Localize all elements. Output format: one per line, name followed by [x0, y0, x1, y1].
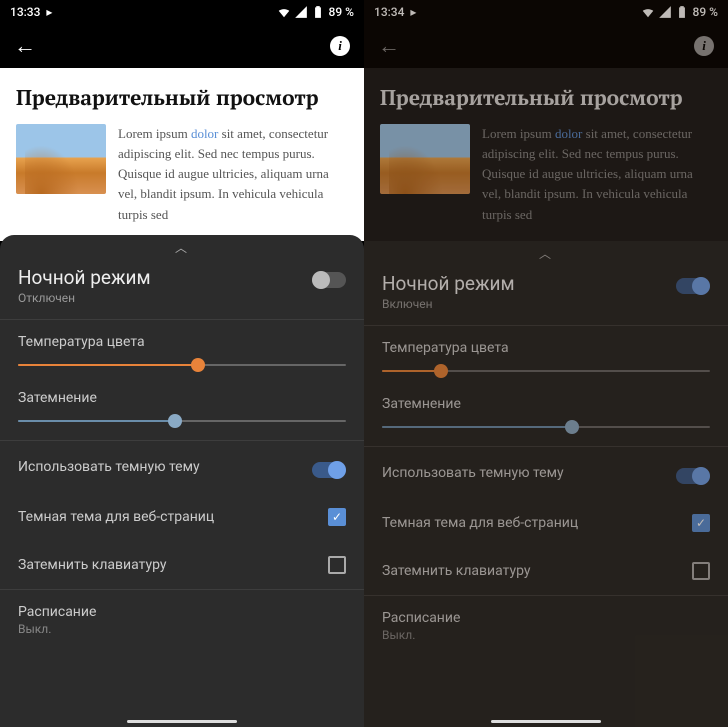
- preview-link[interactable]: dolor: [555, 126, 582, 141]
- schedule-label: Расписание: [382, 610, 710, 626]
- wifi-icon: [641, 5, 655, 19]
- dark-web-label: Темная тема для веб-страниц: [382, 515, 578, 531]
- status-right: 89 %: [277, 5, 354, 19]
- dark-web-row[interactable]: Темная тема для веб-страниц ✓: [364, 499, 728, 547]
- status-time: 13:33 ▸: [10, 5, 52, 19]
- phone-left: 13:33 ▸ 89 % ← i Предварительный просмот…: [0, 0, 364, 727]
- dim-keyboard-row[interactable]: Затемнить клавиатуру: [0, 541, 364, 589]
- status-battery: 89 %: [693, 5, 718, 19]
- dark-theme-toggle[interactable]: [312, 462, 346, 478]
- color-temp-label: Температура цвета: [18, 334, 346, 350]
- sheet-subtitle: Включен: [382, 297, 515, 311]
- color-temp-slider[interactable]: [18, 364, 346, 366]
- dark-theme-row[interactable]: Использовать темную тему: [0, 441, 364, 493]
- dark-theme-label: Использовать темную тему: [382, 465, 564, 481]
- app-icon: ▸: [46, 5, 52, 19]
- toolbar: ← i: [0, 24, 364, 68]
- back-button[interactable]: ←: [378, 33, 400, 59]
- status-right: 89 %: [641, 5, 718, 19]
- dim-keyboard-row[interactable]: Затемнить клавиатуру: [364, 547, 728, 595]
- nav-bar-handle[interactable]: [491, 720, 601, 723]
- dark-theme-row[interactable]: Использовать темную тему: [364, 447, 728, 499]
- sheet-subtitle: Отключен: [18, 291, 151, 305]
- schedule-label: Расписание: [18, 604, 346, 620]
- app-icon: ▸: [410, 5, 416, 19]
- bottom-sheet: ︿ Ночной режим Включен Температура цвета…: [364, 241, 728, 727]
- schedule-row[interactable]: Расписание Выкл.: [364, 596, 728, 656]
- schedule-value: Выкл.: [18, 622, 346, 636]
- signal-icon: [658, 5, 672, 19]
- preview-area: Предварительный просмотр Lorem ipsum dol…: [364, 68, 728, 241]
- toolbar: ← i: [364, 24, 728, 68]
- dark-web-label: Темная тема для веб-страниц: [18, 509, 214, 525]
- dim-keyboard-checkbox[interactable]: [328, 556, 346, 574]
- signal-icon: [294, 5, 308, 19]
- info-button[interactable]: i: [694, 36, 714, 56]
- statusbar: 13:34 ▸ 89 %: [364, 0, 728, 24]
- preview-title: Предварительный просмотр: [16, 84, 348, 112]
- dark-theme-toggle[interactable]: [676, 468, 710, 484]
- color-temp-label: Температура цвета: [382, 340, 710, 356]
- nav-bar-handle[interactable]: [127, 720, 237, 723]
- sheet-handle-icon[interactable]: ︿: [364, 241, 728, 262]
- battery-icon: [675, 5, 689, 19]
- preview-image: [16, 124, 106, 194]
- phone-right: 13:34 ▸ 89 % ← i Предварительный просмот…: [364, 0, 728, 727]
- dim-slider[interactable]: [382, 426, 710, 428]
- preview-text: Lorem ipsum dolor sit amet, consectetur …: [482, 124, 712, 225]
- dim-label: Затемнение: [382, 396, 710, 412]
- statusbar: 13:33 ▸ 89 %: [0, 0, 364, 24]
- bottom-sheet: ︿ Ночной режим Отключен Температура цвет…: [0, 235, 364, 727]
- info-button[interactable]: i: [330, 36, 350, 56]
- dark-theme-label: Использовать темную тему: [18, 459, 200, 475]
- wifi-icon: [277, 5, 291, 19]
- dark-web-checkbox[interactable]: ✓: [692, 514, 710, 532]
- preview-link[interactable]: dolor: [191, 126, 218, 141]
- preview-area: Предварительный просмотр Lorem ipsum dol…: [0, 68, 364, 241]
- night-mode-toggle[interactable]: [312, 272, 346, 288]
- sheet-title: Ночной режим: [382, 272, 515, 295]
- dim-slider[interactable]: [18, 420, 346, 422]
- schedule-value: Выкл.: [382, 628, 710, 642]
- battery-icon: [311, 5, 325, 19]
- preview-title: Предварительный просмотр: [380, 84, 712, 112]
- dim-label: Затемнение: [18, 390, 346, 406]
- schedule-row[interactable]: Расписание Выкл.: [0, 590, 364, 650]
- dark-web-row[interactable]: Темная тема для веб-страниц ✓: [0, 493, 364, 541]
- preview-image: [380, 124, 470, 194]
- status-time: 13:34 ▸: [374, 5, 416, 19]
- status-battery: 89 %: [329, 5, 354, 19]
- preview-text: Lorem ipsum dolor sit amet, consectetur …: [118, 124, 348, 225]
- color-temp-slider[interactable]: [382, 370, 710, 372]
- sheet-handle-icon[interactable]: ︿: [0, 235, 364, 256]
- back-button[interactable]: ←: [14, 33, 36, 59]
- sheet-title: Ночной режим: [18, 266, 151, 289]
- dim-keyboard-checkbox[interactable]: [692, 562, 710, 580]
- dark-web-checkbox[interactable]: ✓: [328, 508, 346, 526]
- night-mode-toggle[interactable]: [676, 278, 710, 294]
- dim-keyboard-label: Затемнить клавиатуру: [382, 563, 530, 579]
- dim-keyboard-label: Затемнить клавиатуру: [18, 557, 166, 573]
